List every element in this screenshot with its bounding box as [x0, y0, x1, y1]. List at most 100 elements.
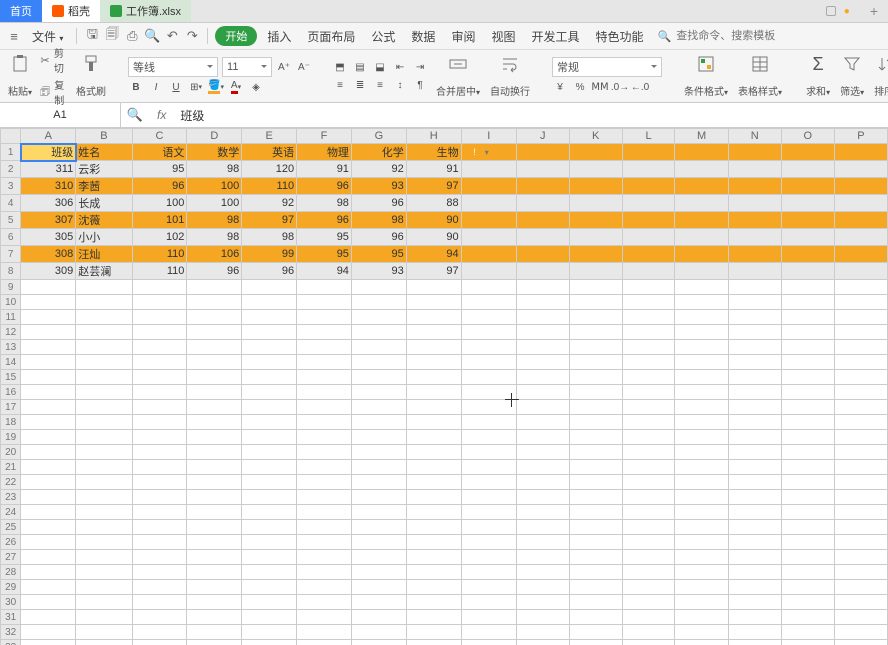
cell[interactable] [834, 520, 887, 535]
cell[interactable] [569, 212, 622, 229]
cell[interactable] [675, 385, 728, 400]
cell[interactable] [781, 550, 834, 565]
cell[interactable] [516, 415, 569, 430]
select-all-corner[interactable] [1, 129, 21, 144]
cell[interactable] [516, 430, 569, 445]
cell[interactable] [461, 445, 516, 460]
cell[interactable] [516, 445, 569, 460]
row-header[interactable]: 16 [1, 385, 21, 400]
cell[interactable] [297, 295, 352, 310]
menu-view[interactable]: 视图 [485, 26, 521, 47]
cell[interactable] [242, 595, 297, 610]
cell[interactable] [297, 490, 352, 505]
cell[interactable] [461, 565, 516, 580]
cell[interactable]: 90 [406, 229, 461, 246]
cell[interactable] [76, 415, 132, 430]
cell[interactable] [728, 430, 781, 445]
filter-button[interactable]: 筛选▾ [838, 52, 866, 100]
row-header[interactable]: 29 [1, 580, 21, 595]
cell[interactable] [406, 295, 461, 310]
cell[interactable] [76, 505, 132, 520]
column-header[interactable]: H [406, 129, 461, 144]
cell[interactable] [781, 610, 834, 625]
cell[interactable] [728, 178, 781, 195]
cell[interactable] [516, 295, 569, 310]
cell[interactable] [622, 610, 675, 625]
cell[interactable] [351, 565, 406, 580]
cell[interactable] [675, 195, 728, 212]
cell[interactable] [242, 355, 297, 370]
cell[interactable] [461, 263, 516, 280]
cell[interactable] [781, 195, 834, 212]
cell[interactable] [675, 490, 728, 505]
bold-button[interactable]: B [128, 79, 144, 95]
cell[interactable] [461, 400, 516, 415]
cell[interactable]: 物理 [297, 144, 352, 161]
cell[interactable] [76, 550, 132, 565]
cell[interactable] [406, 595, 461, 610]
cell[interactable]: 120 [242, 161, 297, 178]
cell[interactable] [351, 340, 406, 355]
cell[interactable] [187, 520, 242, 535]
align-top-icon[interactable]: ⬒ [332, 59, 348, 75]
tab-daoke[interactable]: 稻壳 [42, 0, 100, 22]
cell[interactable] [21, 595, 76, 610]
cell[interactable] [406, 460, 461, 475]
row-header[interactable]: 21 [1, 460, 21, 475]
cell[interactable]: 96 [297, 212, 352, 229]
cell[interactable]: 98 [297, 195, 352, 212]
cell[interactable] [351, 520, 406, 535]
cell[interactable] [461, 505, 516, 520]
cell[interactable]: 化学 [351, 144, 406, 161]
cell[interactable] [406, 385, 461, 400]
cell[interactable] [781, 310, 834, 325]
cell[interactable] [132, 415, 187, 430]
cell[interactable] [569, 490, 622, 505]
cell[interactable]: 100 [187, 195, 242, 212]
cell[interactable] [569, 229, 622, 246]
cell[interactable] [675, 355, 728, 370]
cell[interactable] [406, 580, 461, 595]
cell[interactable] [351, 460, 406, 475]
row-header[interactable]: 27 [1, 550, 21, 565]
cell[interactable] [781, 445, 834, 460]
cell[interactable] [242, 610, 297, 625]
cell[interactable] [781, 370, 834, 385]
cell[interactable] [242, 520, 297, 535]
cell[interactable] [569, 144, 622, 161]
cell[interactable] [516, 310, 569, 325]
cell[interactable] [297, 415, 352, 430]
cell[interactable] [781, 580, 834, 595]
cell[interactable]: 95 [132, 161, 187, 178]
cell[interactable] [132, 325, 187, 340]
cell[interactable] [242, 580, 297, 595]
align-bottom-icon[interactable]: ⬓ [372, 59, 388, 75]
cell[interactable] [21, 550, 76, 565]
cell[interactable] [834, 580, 887, 595]
column-header[interactable]: N [728, 129, 781, 144]
cell[interactable] [622, 535, 675, 550]
cell[interactable] [834, 550, 887, 565]
cell[interactable] [569, 415, 622, 430]
cell[interactable] [728, 325, 781, 340]
cell[interactable] [461, 340, 516, 355]
cell[interactable]: 96 [132, 178, 187, 195]
spreadsheet-grid[interactable]: ABCDEFGHIJKLMNOP1班级姓名语文数学英语物理化学生物! ▾2311… [0, 128, 888, 645]
cell[interactable] [297, 430, 352, 445]
cell[interactable] [834, 565, 887, 580]
cell[interactable] [781, 212, 834, 229]
cell[interactable] [622, 370, 675, 385]
cell[interactable] [406, 280, 461, 295]
cell[interactable] [516, 385, 569, 400]
cell[interactable] [622, 212, 675, 229]
cell[interactable] [675, 370, 728, 385]
cell[interactable] [187, 355, 242, 370]
cell[interactable] [675, 610, 728, 625]
cell[interactable] [21, 610, 76, 625]
align-left-icon[interactable]: ≡ [332, 77, 348, 93]
cell[interactable] [187, 595, 242, 610]
cell[interactable] [76, 580, 132, 595]
cell[interactable] [351, 550, 406, 565]
cell[interactable] [569, 505, 622, 520]
cell[interactable] [569, 430, 622, 445]
